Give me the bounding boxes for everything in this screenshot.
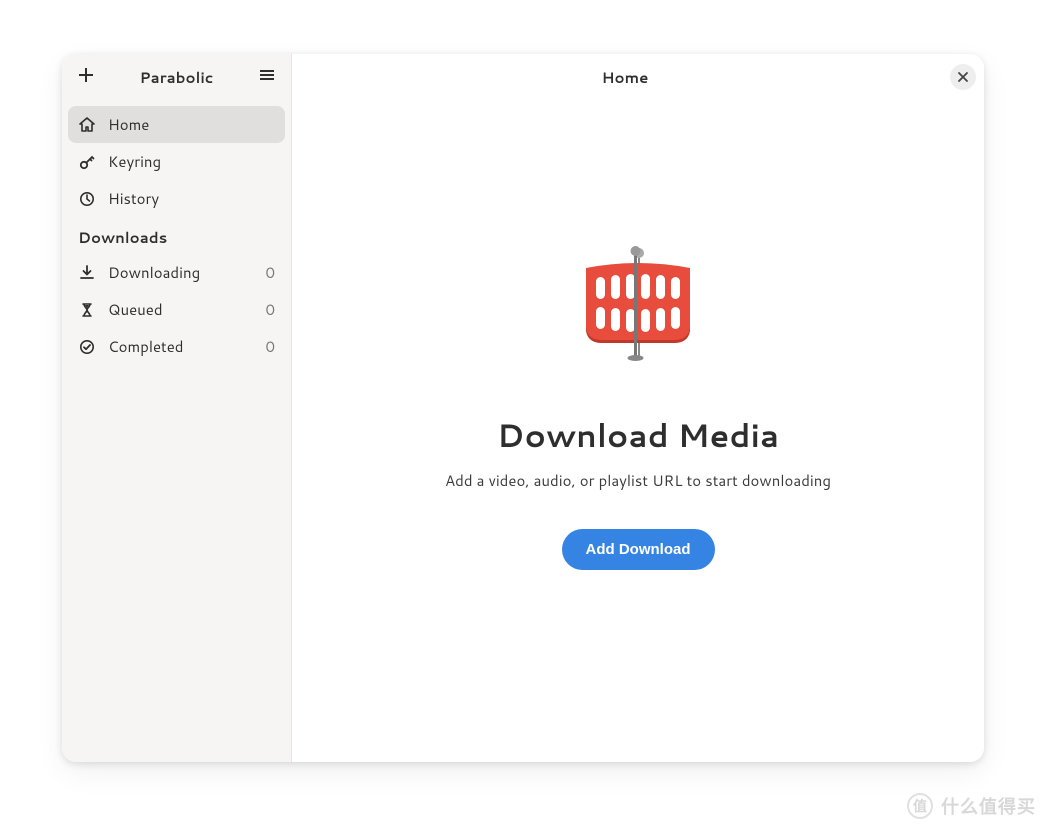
- sidebar-item-label: Queued: [108, 299, 253, 320]
- sidebar-item-label: History: [108, 188, 275, 209]
- main-header: Home: [292, 54, 984, 100]
- empty-state: Download Media Add a video, audio, or pl…: [292, 100, 984, 762]
- sidebar-item-label: Completed: [108, 336, 253, 357]
- downloads-section-header: Downloads: [68, 217, 285, 254]
- sidebar-item-home[interactable]: Home: [68, 106, 285, 143]
- sidebar-item-keyring[interactable]: Keyring: [68, 143, 285, 180]
- sidebar-item-queued[interactable]: Queued 0: [68, 291, 285, 328]
- download-icon: [78, 264, 96, 282]
- sidebar-title: Parabolic: [102, 67, 251, 88]
- close-button[interactable]: [950, 64, 976, 90]
- main-panel: Home: [292, 54, 984, 762]
- key-icon: [78, 153, 96, 171]
- watermark: 值 什么值得买: [907, 793, 1036, 819]
- app-window: Parabolic Home Keyring: [62, 54, 984, 762]
- sidebar-item-label: Home: [108, 114, 275, 135]
- sidebar-item-count: 0: [265, 299, 275, 320]
- add-button[interactable]: [70, 61, 102, 93]
- check-circle-icon: [78, 338, 96, 356]
- sidebar-header: Parabolic: [62, 54, 291, 100]
- sidebar-body: Home Keyring History Downloads Downlo: [62, 100, 291, 371]
- hourglass-icon: [78, 301, 96, 319]
- close-icon: [957, 66, 969, 89]
- sidebar-item-label: Keyring: [108, 151, 275, 172]
- hamburger-icon: [259, 66, 275, 89]
- add-download-button[interactable]: Add Download: [562, 529, 715, 570]
- menu-button[interactable]: [251, 61, 283, 93]
- sidebar-item-history[interactable]: History: [68, 180, 285, 217]
- sidebar-item-count: 0: [265, 262, 275, 283]
- plus-icon: [78, 66, 94, 89]
- sidebar-item-label: Downloading: [108, 262, 253, 283]
- watermark-logo-icon: 值: [907, 793, 933, 819]
- sidebar: Parabolic Home Keyring: [62, 54, 292, 762]
- sidebar-item-count: 0: [265, 336, 275, 357]
- page-title: Home: [300, 67, 950, 88]
- content-subtitle: Add a video, audio, or playlist URL to s…: [445, 470, 831, 491]
- sidebar-item-completed[interactable]: Completed 0: [68, 328, 285, 365]
- watermark-text: 什么值得买: [941, 793, 1036, 819]
- home-icon: [78, 116, 96, 134]
- app-logo-icon: [568, 233, 708, 373]
- sidebar-item-downloading[interactable]: Downloading 0: [68, 254, 285, 291]
- clock-icon: [78, 190, 96, 208]
- content-heading: Download Media: [497, 413, 779, 458]
